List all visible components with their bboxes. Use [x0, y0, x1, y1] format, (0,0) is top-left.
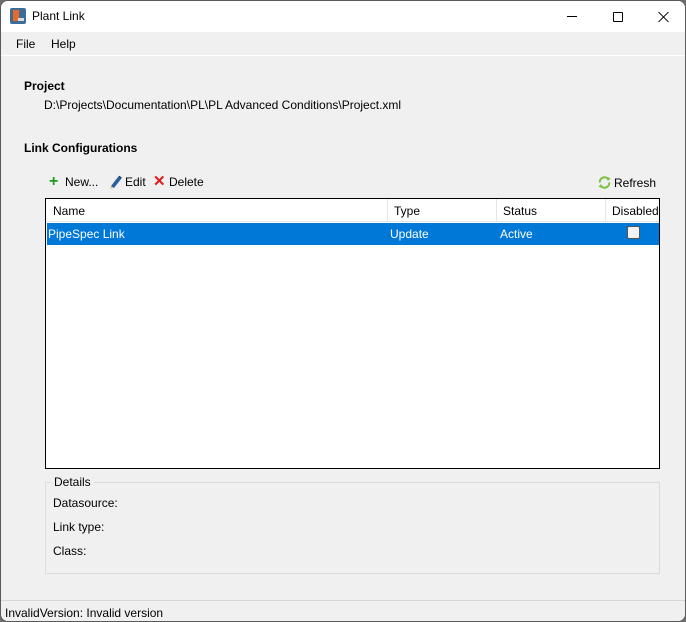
refresh-button-label: Refresh	[614, 175, 657, 190]
project-path: D:\Projects\Documentation\PL\PL Advanced…	[44, 98, 402, 112]
cell-status: Active	[500, 227, 533, 241]
plus-icon: +	[49, 173, 59, 190]
cell-type: Update	[390, 227, 429, 241]
column-header-type[interactable]: Type	[388, 199, 497, 222]
class-label: Class:	[53, 544, 87, 558]
refresh-icon	[598, 176, 611, 189]
status-message: InvalidVersion: Invalid version	[5, 606, 164, 620]
link-configurations-table[interactable]: Name Type Status Disabled PipeSpec Link …	[45, 198, 660, 469]
link-type-label: Link type:	[53, 520, 105, 534]
link-configurations-heading: Link Configurations	[24, 141, 138, 155]
title-bar[interactable]: Plant Link	[1, 1, 685, 32]
minimize-button[interactable]	[549, 1, 595, 32]
window-title: Plant Link	[32, 9, 85, 23]
column-header-name[interactable]: Name	[47, 199, 388, 222]
new-button[interactable]: + New...	[49, 173, 99, 190]
status-bar: InvalidVersion: Invalid version	[1, 600, 685, 621]
delete-button-label: Delete	[169, 175, 204, 189]
maximize-icon	[613, 11, 623, 22]
delete-button[interactable]: ✕ Delete	[153, 173, 204, 190]
table-header: Name Type Status Disabled	[46, 199, 659, 222]
cell-name: PipeSpec Link	[48, 227, 125, 241]
plant-link-window: Plant Link File Help Project D:\Projects…	[0, 0, 686, 622]
project-heading: Project	[24, 79, 65, 93]
table-row[interactable]: PipeSpec Link Update Active	[47, 223, 659, 245]
new-button-label: New...	[65, 175, 99, 189]
delete-x-icon: ✕	[153, 173, 166, 190]
details-groupbox: Details Datasource: Link type: Class:	[45, 475, 660, 574]
edit-button[interactable]: Edit	[108, 175, 146, 189]
menu-bar: File Help	[1, 32, 685, 56]
disabled-checkbox[interactable]	[627, 226, 640, 239]
datasource-label: Datasource:	[53, 496, 118, 510]
maximize-button[interactable]	[595, 1, 641, 32]
menu-help[interactable]: Help	[51, 37, 76, 51]
edit-button-label: Edit	[125, 175, 146, 189]
close-icon	[658, 11, 670, 23]
column-header-status[interactable]: Status	[497, 199, 606, 222]
column-header-disabled[interactable]: Disabled	[606, 199, 660, 222]
close-button[interactable]	[641, 1, 685, 32]
refresh-button[interactable]: Refresh	[597, 175, 656, 190]
pencil-icon	[110, 175, 122, 189]
plant-link-app-icon	[10, 8, 26, 24]
details-legend: Details	[51, 475, 94, 489]
minimize-icon	[567, 16, 577, 17]
menu-file[interactable]: File	[16, 37, 35, 51]
